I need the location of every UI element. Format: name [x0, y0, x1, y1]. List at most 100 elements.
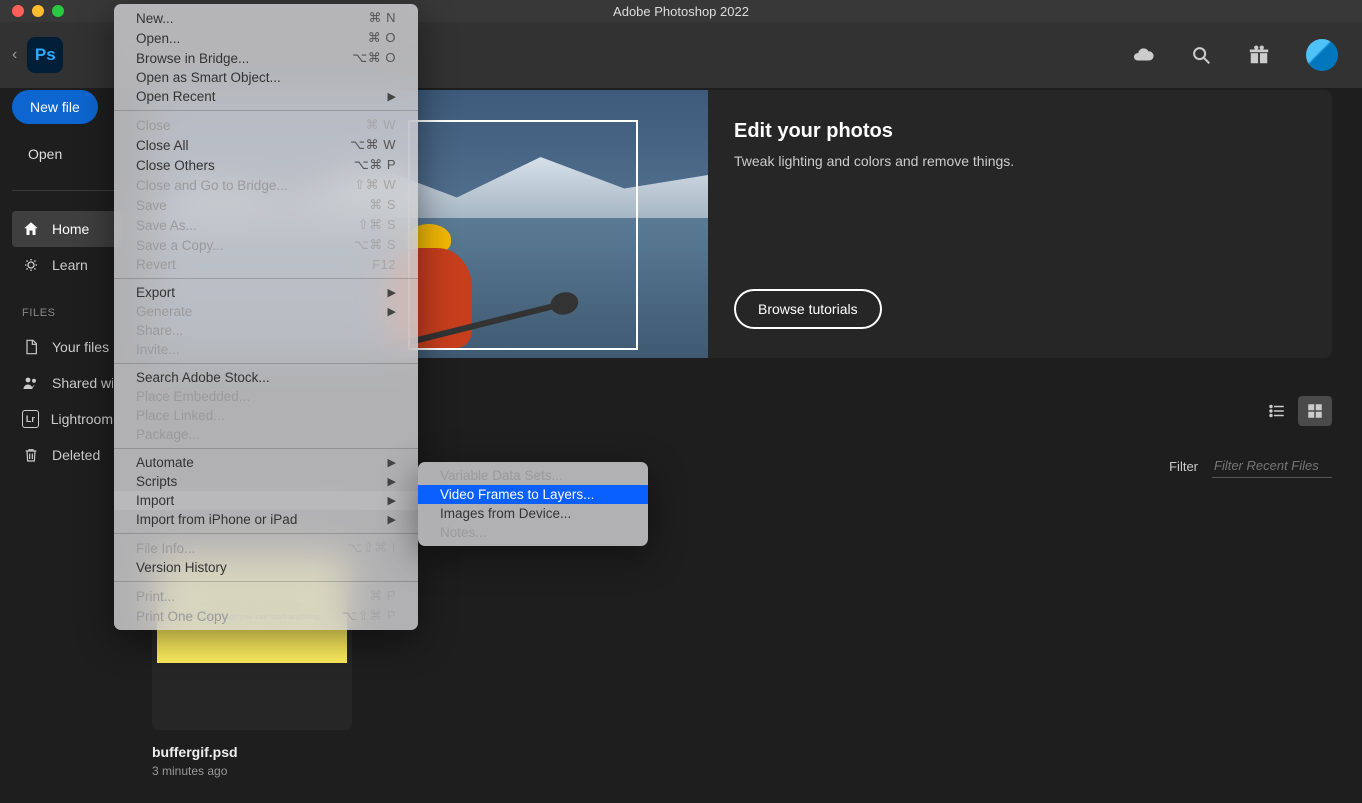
- files-section-header: FILES: [22, 307, 123, 319]
- menu-shortcut: ⌘ S: [369, 197, 396, 213]
- menu-item-label: Save: [136, 198, 167, 213]
- menu-item-search-stock[interactable]: Search Adobe Stock...: [114, 368, 418, 387]
- menu-item-scripts[interactable]: Scripts▶: [114, 472, 418, 491]
- sidebar-item-label: Deleted: [52, 447, 100, 463]
- menu-item-generate: Generate ▶: [114, 302, 418, 321]
- menu-shortcut: ⇧⌘ W: [354, 177, 396, 193]
- submenu-arrow-icon: ▶: [388, 305, 396, 318]
- menu-item-label: Search Adobe Stock...: [136, 370, 270, 385]
- back-chevron-icon[interactable]: ‹: [12, 46, 17, 64]
- menu-item-open[interactable]: Open...⌘ O: [114, 28, 418, 48]
- menu-item-browse-bridge[interactable]: Browse in Bridge...⌥⌘ O: [114, 48, 418, 68]
- menu-item-label: Share...: [136, 323, 183, 338]
- sidebar-item-home[interactable]: Home: [12, 211, 123, 247]
- menu-shortcut: ⌥⌘ S: [354, 237, 396, 253]
- menu-shortcut: ⌥⇧⌘ P: [342, 608, 396, 624]
- submenu-item-images-device[interactable]: Images from Device...: [418, 504, 648, 523]
- menu-separator: [114, 363, 418, 364]
- menu-item-import-iphone[interactable]: Import from iPhone or iPad▶: [114, 510, 418, 529]
- sidebar-item-label: Your files: [52, 339, 109, 355]
- new-file-button[interactable]: New file: [12, 90, 98, 124]
- menu-item-place-linked: Place Linked...: [114, 406, 418, 425]
- menu-shortcut: F12: [372, 257, 396, 272]
- grid-view-button[interactable]: [1298, 396, 1332, 426]
- menu-item-close-bridge: Close and Go to Bridge...⇧⌘ W: [114, 175, 418, 195]
- menu-item-save: Save ⌘ S: [114, 195, 418, 215]
- sidebar-item-label: Lightroom: [51, 411, 113, 427]
- import-submenu: Variable Data Sets... Video Frames to La…: [418, 462, 648, 546]
- sidebar-item-shared[interactable]: Shared with you: [12, 365, 123, 401]
- suggestion-title: Edit your photos: [734, 120, 1306, 143]
- submenu-arrow-icon: ▶: [388, 494, 396, 507]
- menu-separator: [114, 533, 418, 534]
- submenu-item-notes: Notes...: [418, 523, 648, 542]
- filter-input[interactable]: [1212, 454, 1332, 478]
- menu-item-label: Video Frames to Layers...: [440, 487, 594, 502]
- browse-tutorials-button[interactable]: Browse tutorials: [734, 289, 882, 329]
- menu-item-new[interactable]: New...⌘ N: [114, 8, 418, 28]
- menu-item-label: Variable Data Sets...: [440, 468, 563, 483]
- sidebar-item-label: Learn: [52, 257, 88, 273]
- menu-item-export[interactable]: Export ▶: [114, 283, 418, 302]
- file-icon: [22, 338, 40, 356]
- topbar-icon-group: [1132, 39, 1338, 71]
- menu-item-version-history[interactable]: Version History: [114, 558, 418, 577]
- sidebar-item-deleted[interactable]: Deleted: [12, 437, 123, 473]
- menu-item-close-others[interactable]: Close Others⌥⌘ P: [114, 155, 418, 175]
- lightroom-icon: Lr: [22, 410, 39, 428]
- menu-item-label: Export: [136, 285, 175, 300]
- cloud-icon[interactable]: [1132, 44, 1154, 66]
- menu-item-package: Package...: [114, 425, 418, 444]
- menu-shortcut: ⌥⌘ W: [350, 137, 396, 153]
- menu-item-label: Print One Copy: [136, 609, 228, 624]
- minimize-window-button[interactable]: [32, 5, 44, 17]
- menu-item-label: Open as Smart Object...: [136, 70, 281, 85]
- trash-icon: [22, 446, 40, 464]
- menu-item-label: Invite...: [136, 342, 180, 357]
- user-avatar[interactable]: [1306, 39, 1338, 71]
- crop-overlay: [408, 120, 638, 350]
- menu-item-label: Generate: [136, 304, 192, 319]
- menu-item-label: Import: [136, 493, 174, 508]
- sidebar-item-learn[interactable]: Learn: [12, 247, 123, 283]
- sidebar-item-lightroom[interactable]: Lr Lightroom: [12, 401, 123, 437]
- menu-separator: [114, 448, 418, 449]
- menu-item-import[interactable]: Import ▶: [114, 491, 418, 510]
- menu-item-label: New...: [136, 11, 174, 26]
- menu-item-label: Revert: [136, 257, 176, 272]
- file-menu-dropdown: New...⌘ N Open...⌘ O Browse in Bridge...…: [114, 4, 418, 630]
- home-icon: [22, 220, 40, 238]
- close-window-button[interactable]: [12, 5, 24, 17]
- menu-item-label: File Info...: [136, 541, 195, 556]
- menu-item-automate[interactable]: Automate▶: [114, 453, 418, 472]
- menu-item-label: Notes...: [440, 525, 487, 540]
- submenu-item-variable-data: Variable Data Sets...: [418, 466, 648, 485]
- sidebar-files-nav: Your files Shared with you Lr Lightroom …: [12, 329, 123, 473]
- menu-item-print-one: Print One Copy ⌥⇧⌘ P: [114, 606, 418, 626]
- list-view-button[interactable]: [1260, 396, 1294, 426]
- menu-item-label: Open Recent: [136, 89, 216, 104]
- filter-label: Filter: [1169, 459, 1198, 474]
- menu-item-label: Close Others: [136, 158, 215, 173]
- file-modified-time: 3 minutes ago: [152, 764, 352, 778]
- menu-item-label: Close: [136, 118, 171, 133]
- sidebar-item-your-files[interactable]: Your files: [12, 329, 123, 365]
- menu-item-close-all[interactable]: Close All⌥⌘ W: [114, 135, 418, 155]
- file-name: buffergif.psd: [152, 744, 352, 760]
- search-icon[interactable]: [1190, 44, 1212, 66]
- menu-item-label: Place Linked...: [136, 408, 225, 423]
- submenu-arrow-icon: ▶: [388, 286, 396, 299]
- open-button[interactable]: Open: [12, 138, 123, 170]
- sidebar-divider: [12, 190, 123, 191]
- menu-item-label: Place Embedded...: [136, 389, 250, 404]
- maximize-window-button[interactable]: [52, 5, 64, 17]
- menu-item-label: Images from Device...: [440, 506, 571, 521]
- submenu-item-video-frames[interactable]: Video Frames to Layers...: [418, 485, 648, 504]
- menu-shortcut: ⌘ P: [369, 588, 396, 604]
- gift-icon[interactable]: [1248, 44, 1270, 66]
- menu-item-open-smart-object[interactable]: Open as Smart Object...: [114, 68, 418, 87]
- app-title: Adobe Photoshop 2022: [613, 4, 749, 19]
- menu-item-label: Browse in Bridge...: [136, 51, 249, 66]
- menu-item-open-recent[interactable]: Open Recent▶: [114, 87, 418, 106]
- suggestion-description: Tweak lighting and colors and remove thi…: [734, 153, 1306, 169]
